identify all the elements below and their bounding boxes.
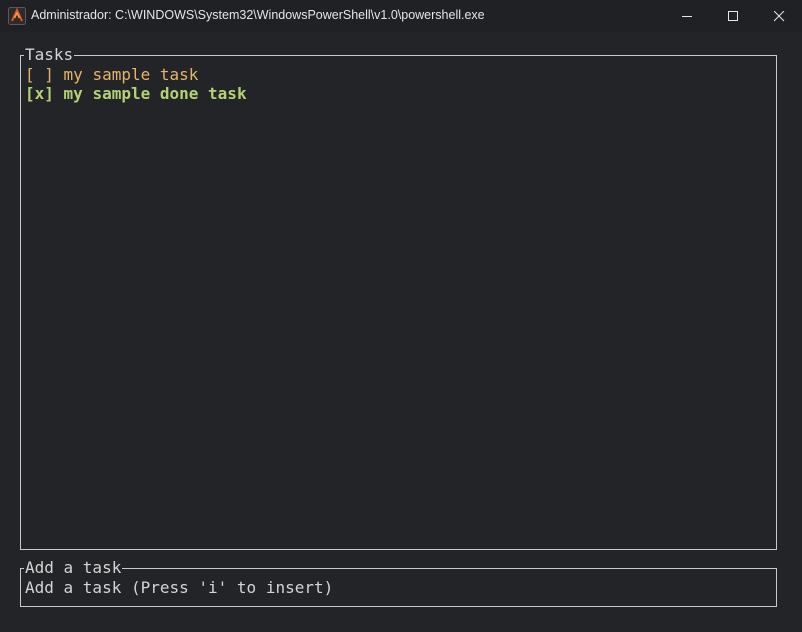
add-task-input[interactable]: Add a task (Press 'i' to insert) <box>25 578 333 597</box>
maximize-icon <box>728 11 738 21</box>
minimize-button[interactable] <box>664 0 710 32</box>
task-item-done[interactable]: [x] my sample done task <box>25 84 247 103</box>
tasks-panel: Tasks [ ] my sample task [x] my sample d… <box>20 45 777 550</box>
minimize-icon <box>682 16 692 17</box>
title-bar[interactable]: Administrador: C:\WINDOWS\System32\Windo… <box>0 0 802 32</box>
window-title: Administrador: C:\WINDOWS\System32\Windo… <box>31 8 485 22</box>
add-task-panel-title: Add a task <box>24 558 123 577</box>
terminal-area[interactable]: Tasks [ ] my sample task [x] my sample d… <box>0 32 802 632</box>
maximize-button[interactable] <box>710 0 756 32</box>
task-checkbox[interactable]: [x] <box>25 84 54 103</box>
task-text: my sample done task <box>63 84 247 103</box>
task-checkbox[interactable]: [ ] <box>25 65 54 84</box>
powershell-window: Administrador: C:\WINDOWS\System32\Windo… <box>0 0 802 632</box>
close-button[interactable] <box>756 0 802 32</box>
task-list: [ ] my sample task [x] my sample done ta… <box>25 65 247 103</box>
task-item-sample[interactable]: [ ] my sample task <box>25 65 247 84</box>
close-icon <box>774 11 785 22</box>
powershell-app-icon[interactable] <box>8 7 26 25</box>
tasks-panel-title: Tasks <box>24 45 75 64</box>
task-text: my sample task <box>63 65 199 84</box>
add-task-panel[interactable]: Add a task Add a task (Press 'i' to inse… <box>20 558 777 607</box>
